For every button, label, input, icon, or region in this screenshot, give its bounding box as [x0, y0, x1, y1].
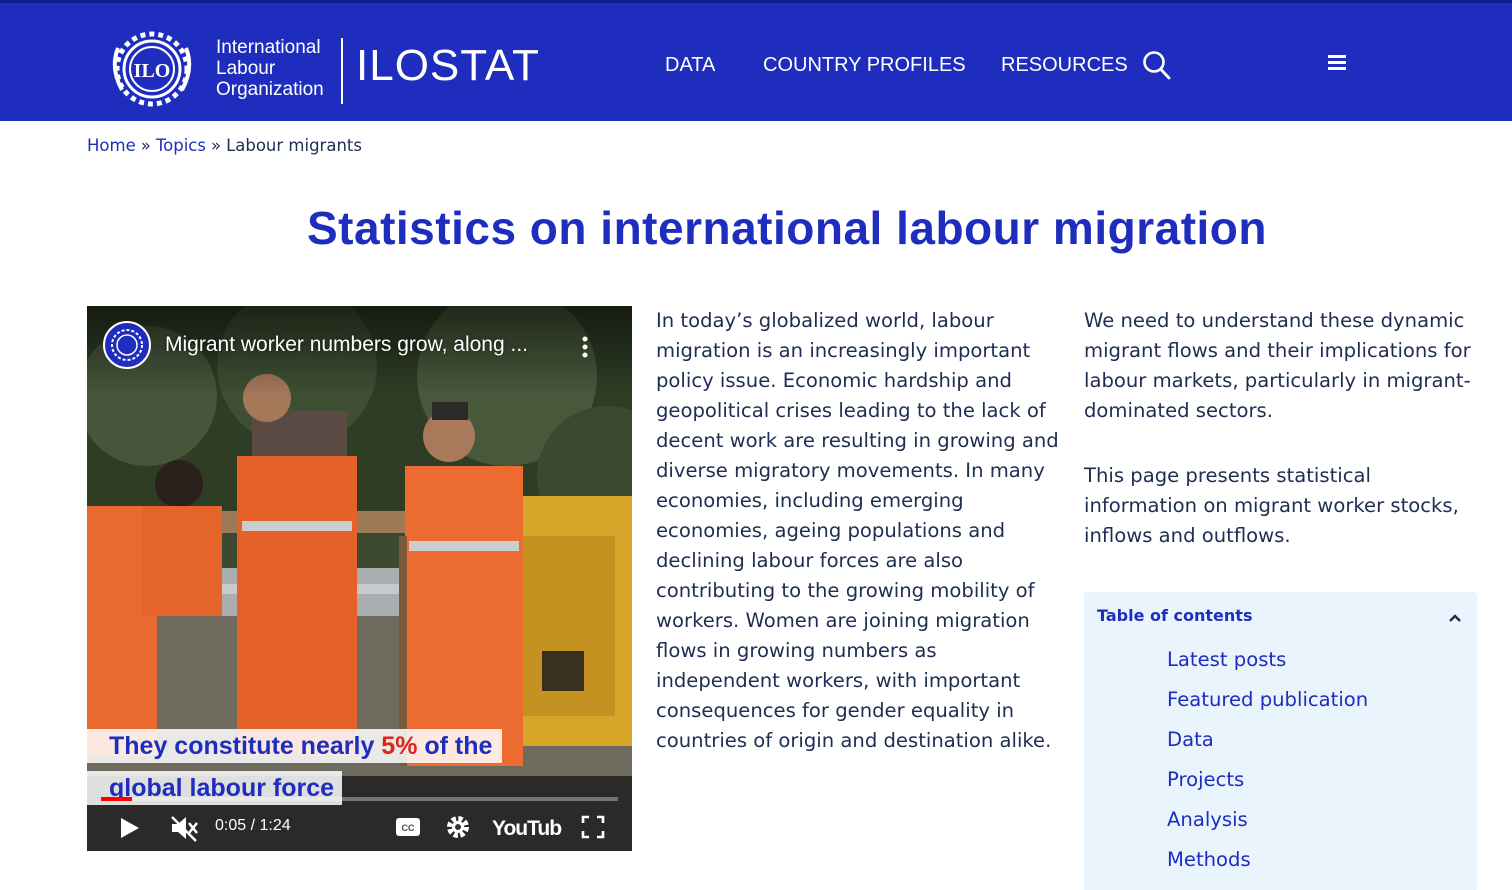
toc-link-methods[interactable]: Methods — [1167, 848, 1251, 871]
breadcrumb-separator: » — [140, 136, 151, 155]
nav-data[interactable]: DATA — [665, 52, 715, 78]
ilo-wreath-cog-icon: ILO — [112, 31, 192, 107]
search-icon — [1143, 51, 1171, 80]
hamburger-menu-icon — [1328, 55, 1346, 70]
caption-highlight: 5% — [381, 732, 418, 760]
ilo-logo-emblem[interactable]: ILO — [104, 28, 200, 110]
body-paragraph: This page presents statistical informati… — [1084, 464, 1459, 547]
fullscreen-button[interactable] — [581, 815, 605, 843]
mute-button[interactable] — [169, 814, 199, 846]
toc-link-data[interactable]: Data — [1167, 728, 1214, 751]
captions-button[interactable]: CC — [395, 816, 421, 842]
toc-item: Featured publication — [1167, 686, 1368, 726]
brand-ilostat[interactable]: ILOSTAT — [356, 41, 540, 91]
toc-item: Data — [1167, 726, 1368, 766]
intro-paragraph: In today’s globalized world, labour migr… — [656, 309, 1059, 752]
menu-button[interactable] — [1326, 52, 1350, 74]
video-controls: 0:05 / 1:24 CC YouTube — [87, 806, 632, 851]
youtube-wordmark: YouTube — [492, 817, 562, 840]
site-header: ILO International Labour Organization IL… — [0, 0, 1512, 121]
org-name: International Labour Organization — [216, 37, 324, 100]
settings-button[interactable] — [445, 814, 471, 844]
more-options-button[interactable] — [579, 334, 591, 360]
youtube-logo-button[interactable]: YouTube — [492, 812, 573, 846]
toc-link-projects[interactable]: Projects — [1167, 768, 1244, 791]
logo-divider — [341, 38, 343, 104]
video-time: 0:05 / 1:24 — [215, 817, 291, 834]
video-caption-line: They constitute nearly 5% of the — [87, 729, 503, 763]
play-button[interactable] — [119, 816, 141, 844]
youtube-logo-icon: YouTube — [492, 817, 573, 840]
toc-collapse-button[interactable] — [1447, 610, 1463, 626]
toc-link-latest-posts[interactable]: Latest posts — [1167, 648, 1286, 671]
settings-gear-icon — [447, 816, 469, 838]
toc-link-analysis[interactable]: Analysis — [1167, 808, 1248, 831]
channel-avatar[interactable] — [103, 321, 151, 369]
toc-item: Latest posts — [1167, 646, 1368, 686]
nav-country-profiles[interactable]: COUNTRY PROFILES — [763, 52, 966, 78]
toc-item: Methods — [1167, 846, 1368, 886]
toc-item: Projects — [1167, 766, 1368, 806]
captions-icon: CC — [396, 818, 420, 836]
fullscreen-icon — [581, 815, 605, 839]
more-options-icon — [582, 336, 588, 358]
caption-text: of the — [417, 732, 493, 760]
toc-link-featured-publication[interactable]: Featured publication — [1167, 688, 1368, 711]
org-name-line: Labour — [216, 58, 276, 79]
toc-list: Latest posts Featured publication Data P… — [1167, 646, 1368, 886]
play-icon — [121, 818, 139, 838]
video-title[interactable]: Migrant worker numbers grow, along ... — [165, 332, 528, 358]
toc-item: Analysis — [1167, 806, 1368, 846]
svg-text:CC: CC — [402, 823, 415, 833]
breadcrumb-topics[interactable]: Topics — [156, 136, 206, 155]
breadcrumb-current: Labour migrants — [226, 136, 362, 155]
video-progress-fill — [101, 797, 133, 801]
right-text-column: We need to understand these dynamic migr… — [1084, 306, 1484, 551]
page-title: Statistics on international labour migra… — [307, 202, 1267, 254]
youtube-video-player[interactable]: Migrant worker numbers grow, along ... T… — [87, 306, 632, 851]
org-name-line: International — [216, 37, 321, 58]
caption-text: They constitute nearly — [109, 732, 382, 760]
search-button[interactable] — [1142, 49, 1172, 81]
mute-icon — [171, 816, 198, 842]
video-progress-bar[interactable] — [101, 797, 618, 801]
nav-resources[interactable]: RESOURCES — [1001, 52, 1128, 78]
intro-text-column: In today’s globalized world, labour migr… — [656, 306, 1061, 756]
table-of-contents: Table of contents Latest posts Featured … — [1084, 592, 1477, 890]
breadcrumb-separator: » — [210, 136, 222, 155]
breadcrumb-home[interactable]: Home — [87, 136, 136, 155]
chevron-up-icon — [1449, 614, 1461, 622]
breadcrumb: Home» Topics» Labour migrants — [87, 135, 362, 157]
logo-emblem-text: ILO — [134, 60, 171, 82]
toc-header[interactable]: Table of contents — [1097, 606, 1252, 626]
ilo-logo-icon — [111, 329, 143, 361]
org-name-line: Organization — [216, 79, 324, 100]
body-paragraph: We need to understand these dynamic migr… — [1084, 309, 1471, 422]
